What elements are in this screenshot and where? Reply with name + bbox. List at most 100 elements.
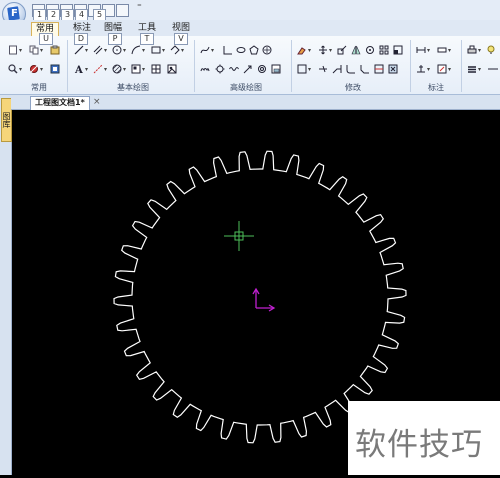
chevron-down-icon[interactable]: ▾ [123, 66, 126, 73]
zoom-icon[interactable] [8, 64, 18, 74]
chevron-down-icon[interactable]: ▾ [40, 66, 43, 73]
mirror-icon[interactable] [351, 45, 361, 55]
array-icon[interactable] [379, 45, 389, 55]
chevron-down-icon[interactable]: ▾ [85, 47, 88, 54]
chevron-down-icon[interactable]: ▾ [448, 66, 451, 73]
stretch-icon[interactable] [337, 45, 347, 55]
properties-icon[interactable] [29, 64, 39, 74]
line-icon[interactable] [74, 45, 84, 55]
arrow-icon[interactable] [243, 64, 253, 74]
offset-icon[interactable] [297, 64, 307, 74]
chevron-down-icon[interactable]: ▾ [19, 66, 22, 73]
border-icon[interactable] [271, 64, 281, 74]
chevron-down-icon[interactable]: ▾ [142, 66, 145, 73]
group-label-advanced-draw: 高级绘图 [230, 83, 262, 92]
chevron-down-icon[interactable]: ▾ [19, 47, 22, 54]
printer-icon[interactable] [467, 45, 477, 55]
dimension-style-icon[interactable] [437, 45, 447, 55]
cloud-line-icon[interactable] [200, 64, 210, 74]
watermark: 软件技巧 [348, 401, 500, 475]
rectangle-icon[interactable] [151, 45, 161, 55]
block-icon[interactable] [131, 64, 141, 74]
move-icon[interactable] [318, 45, 328, 55]
customize-icon[interactable] [116, 4, 129, 17]
polyline-icon[interactable] [170, 45, 180, 55]
chevron-down-icon[interactable]: ▾ [308, 66, 311, 73]
image-icon[interactable] [167, 64, 177, 74]
group-divider [410, 40, 411, 92]
arc-icon[interactable] [131, 45, 141, 55]
crosshair-cursor [224, 221, 254, 251]
annotation-edit-icon[interactable] [437, 64, 447, 74]
circle-icon[interactable] [112, 45, 122, 55]
keytip-t: T [140, 33, 154, 45]
group-label-dimension: 标注 [428, 83, 444, 92]
extend-icon[interactable] [332, 64, 342, 74]
chevron-down-icon[interactable]: ▾ [123, 47, 126, 54]
coordinate-axis-icon [252, 287, 276, 312]
chevron-down-icon[interactable]: ▾ [478, 47, 481, 54]
chevron-down-icon[interactable]: ▾ [181, 47, 184, 54]
group-divider [461, 40, 462, 92]
chevron-down-icon[interactable]: ▾ [85, 66, 88, 73]
erase-icon[interactable] [297, 45, 307, 55]
app-logo-letter: F [11, 8, 18, 19]
chevron-down-icon[interactable]: ▾ [329, 47, 332, 54]
linear-dimension-icon[interactable] [416, 45, 426, 55]
chevron-down-icon[interactable]: ▾ [40, 47, 43, 54]
angle-line-icon[interactable] [223, 45, 233, 55]
chevron-down-icon[interactable]: ▾ [478, 66, 481, 73]
wave-line-icon[interactable] [229, 64, 239, 74]
light-bulb-icon[interactable] [486, 45, 496, 55]
line-weight-icon[interactable] [467, 64, 477, 74]
text-icon[interactable]: A [74, 64, 84, 74]
hole-icon[interactable] [257, 64, 267, 74]
keytip-p: P [108, 33, 122, 45]
copy-icon[interactable] [29, 45, 39, 55]
quick-access-more[interactable]: ⁼ [137, 3, 142, 13]
ellipse-icon[interactable] [236, 45, 246, 55]
polygon-icon[interactable] [249, 45, 259, 55]
table-icon[interactable] [151, 64, 161, 74]
chevron-down-icon[interactable]: ▾ [104, 47, 107, 54]
group-divider [291, 40, 292, 92]
trim-icon[interactable] [318, 64, 328, 74]
watermark-text: 软件技巧 [355, 427, 483, 463]
group-label-modify: 修改 [345, 83, 361, 92]
close-icon[interactable]: × [93, 96, 101, 108]
parallel-line-icon[interactable] [93, 45, 103, 55]
keytip-v: V [174, 33, 188, 45]
group-label-common: 常用 [31, 83, 47, 92]
group-divider [194, 40, 195, 92]
scale-icon[interactable] [393, 45, 403, 55]
chamfer-icon[interactable] [360, 64, 370, 74]
chevron-down-icon[interactable]: ▾ [104, 66, 107, 73]
gear-outline [113, 150, 407, 444]
new-icon[interactable] [8, 45, 18, 55]
svg-text:A: A [74, 65, 83, 74]
fillet-icon[interactable] [346, 64, 356, 74]
tolerance-icon[interactable] [416, 64, 426, 74]
break-icon[interactable] [374, 64, 384, 74]
chevron-down-icon[interactable]: ▾ [427, 47, 430, 54]
keytip-d: D [74, 33, 88, 45]
explode-icon[interactable] [388, 64, 398, 74]
layer-icon[interactable] [50, 64, 60, 74]
chevron-down-icon[interactable]: ▾ [162, 47, 165, 54]
line-type-icon[interactable] [488, 64, 498, 74]
group-label-basic-draw: 基本绘图 [117, 83, 149, 92]
document-tab[interactable]: 工程图文档1* [30, 96, 90, 110]
hatch-icon[interactable] [112, 64, 122, 74]
chevron-down-icon[interactable]: ▾ [211, 47, 214, 54]
rotate-icon[interactable] [365, 45, 375, 55]
chevron-down-icon[interactable]: ▾ [308, 47, 311, 54]
spline-icon[interactable] [200, 45, 210, 55]
chevron-down-icon[interactable]: ▾ [448, 47, 451, 54]
chevron-down-icon[interactable]: ▾ [427, 66, 430, 73]
gear-icon[interactable] [215, 64, 225, 74]
side-panel-strip [0, 95, 12, 475]
paste-icon[interactable] [50, 45, 60, 55]
centerline-icon[interactable] [93, 64, 103, 74]
center-mark-icon[interactable] [262, 45, 272, 55]
chevron-down-icon[interactable]: ▾ [142, 47, 145, 54]
